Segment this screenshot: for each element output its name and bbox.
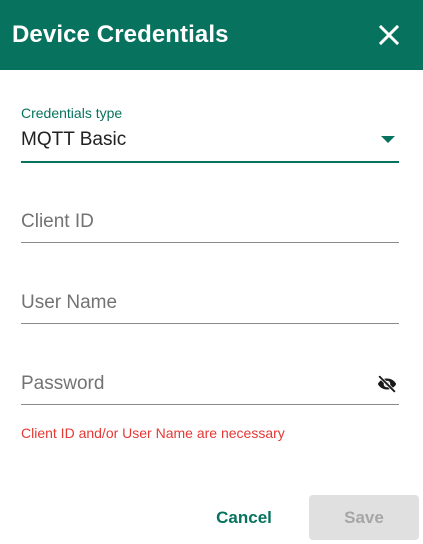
password-field[interactable]: Password: [21, 368, 399, 405]
password-visibility-toggle[interactable]: [375, 372, 399, 396]
credentials-type-control[interactable]: MQTT Basic: [21, 125, 399, 155]
user-name-input[interactable]: User Name: [21, 287, 399, 319]
close-button[interactable]: [371, 17, 407, 53]
validation-error-message: Client ID and/or User Name are necessary: [21, 425, 285, 441]
credentials-type-value: MQTT Basic: [21, 129, 127, 150]
dialog-header: Device Credentials: [0, 0, 423, 70]
credentials-type-underline: [21, 161, 399, 163]
user-name-field[interactable]: User Name: [21, 287, 399, 324]
client-id-input[interactable]: Client ID: [21, 206, 399, 238]
eye-off-icon: [377, 375, 397, 393]
close-icon: [379, 25, 399, 45]
credentials-type-select[interactable]: Credentials type MQTT Basic: [21, 105, 399, 163]
client-id-field[interactable]: Client ID: [21, 206, 399, 243]
client-id-underline: [21, 242, 399, 243]
save-button[interactable]: Save: [309, 495, 419, 540]
dropdown-arrow-icon[interactable]: [381, 136, 395, 144]
client-id-placeholder: Client ID: [21, 211, 94, 232]
password-underline: [21, 404, 399, 405]
cancel-button[interactable]: Cancel: [206, 496, 282, 540]
credentials-type-label: Credentials type: [21, 105, 123, 121]
dialog-title: Device Credentials: [12, 21, 229, 48]
device-credentials-dialog: Device Credentials Credentials type MQTT…: [0, 0, 423, 544]
user-name-placeholder: User Name: [21, 292, 118, 313]
password-input[interactable]: Password: [21, 368, 399, 400]
password-placeholder: Password: [21, 373, 105, 394]
user-name-underline: [21, 323, 399, 324]
